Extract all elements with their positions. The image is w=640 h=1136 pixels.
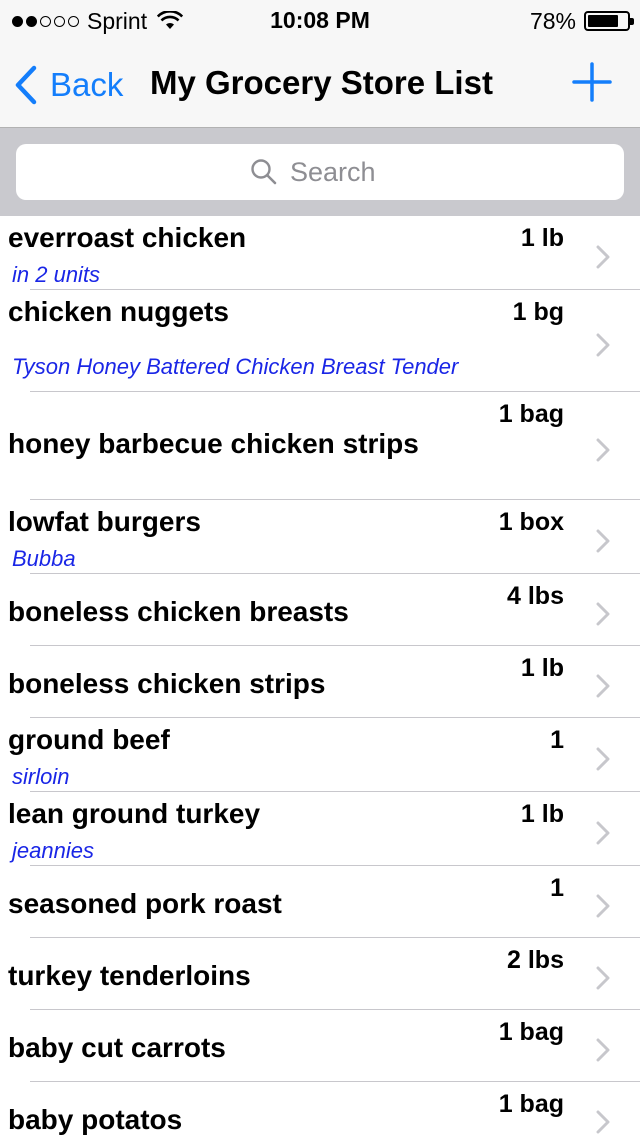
item-quantity: 1 bg — [512, 298, 564, 326]
item-name: honey barbecue chicken strips — [8, 428, 419, 459]
chevron-right-icon — [596, 674, 610, 698]
item-name: seasoned pork roast — [8, 888, 282, 919]
grocery-list: everroast chicken 1 lb in 2 units chicken n… — [0, 216, 640, 1136]
list-item[interactable]: baby potatos 1 bag — [0, 1082, 640, 1136]
battery-percentage: 78% — [529, 7, 576, 34]
item-note: jeannies — [12, 838, 94, 863]
status-bar: Sprint 10:08 PM 78% — [0, 0, 640, 40]
list-item[interactable]: ground beef 1 sirloin — [0, 718, 640, 792]
item-name: ground beef — [8, 724, 170, 755]
list-item[interactable]: seasoned pork roast 1 — [0, 866, 640, 938]
list-item[interactable]: honey barbecue chicken strips 1 bag — [0, 392, 640, 500]
item-name: everroast chicken — [8, 222, 247, 253]
back-label: Back — [50, 66, 124, 103]
item-name: turkey tenderloins — [8, 960, 251, 991]
item-note: Tyson Honey Battered Chicken Breast Tend… — [12, 354, 459, 379]
list-item[interactable]: baby cut carrots 1 bag — [0, 1010, 640, 1082]
page-title: My Grocery Store List — [150, 64, 493, 101]
item-name: boneless chicken strips — [8, 668, 326, 699]
item-quantity: 1 lb — [520, 654, 564, 682]
chevron-right-icon — [596, 1110, 610, 1134]
list-item[interactable]: chicken nuggets 1 bg Tyson Honey Battered … — [0, 290, 640, 392]
battery-icon — [584, 11, 634, 31]
item-quantity: 2 lbs — [507, 946, 564, 974]
item-quantity: 1 bag — [498, 400, 564, 428]
search-bar — [0, 128, 640, 216]
battery-fill — [588, 15, 618, 27]
chevron-right-icon — [596, 602, 610, 626]
search-field[interactable] — [16, 144, 624, 200]
plus-icon[interactable] — [572, 62, 612, 102]
item-quantity: 1 — [550, 874, 564, 902]
list-item[interactable]: lowfat burgers 1 box Bubba — [0, 500, 640, 574]
item-name: boneless chicken breasts — [8, 596, 349, 627]
chevron-right-icon — [596, 333, 610, 357]
list-item[interactable]: boneless chicken breasts 4 lbs — [0, 574, 640, 646]
list-item[interactable]: everroast chicken 1 lb in 2 units — [0, 216, 640, 290]
list-item[interactable]: lean ground turkey 1 lb jeannies — [0, 792, 640, 866]
chevron-right-icon — [596, 438, 610, 462]
item-note: sirloin — [12, 764, 70, 789]
chevron-right-icon — [596, 245, 610, 269]
list-item[interactable]: turkey tenderloins 2 lbs — [0, 938, 640, 1010]
item-name: lowfat burgers — [8, 506, 201, 537]
item-name: chicken nuggets — [8, 296, 229, 327]
item-name: baby potatos — [8, 1104, 183, 1135]
battery-cap — [630, 18, 634, 25]
item-note: Bubba — [12, 546, 76, 571]
search-icon — [251, 159, 277, 185]
item-quantity: 1 bag — [498, 1018, 564, 1046]
item-quantity: 1 box — [498, 508, 564, 536]
chevron-right-icon — [596, 894, 610, 918]
chevron-right-icon — [596, 1038, 610, 1062]
chevron-right-icon — [596, 821, 610, 845]
item-quantity: 1 lb — [520, 224, 564, 252]
search-input[interactable] — [290, 156, 390, 188]
item-quantity: 1 bag — [498, 1090, 564, 1118]
item-quantity: 1 lb — [520, 800, 564, 828]
chevron-right-icon — [596, 966, 610, 990]
status-right: 78% — [529, 7, 634, 34]
item-name: lean ground turkey — [8, 798, 261, 829]
list-item[interactable]: boneless chicken strips 1 lb — [0, 646, 640, 718]
item-name: baby cut carrots — [8, 1032, 226, 1063]
navigation-bar: Back My Grocery Store List — [0, 40, 640, 128]
back-chevron-icon — [15, 65, 37, 105]
item-note: in 2 units — [12, 262, 101, 287]
chevron-right-icon — [596, 747, 610, 771]
chevron-right-icon — [596, 529, 610, 553]
back-button[interactable]: Back — [14, 60, 123, 110]
item-quantity: 4 lbs — [507, 582, 564, 610]
item-quantity: 1 — [550, 726, 564, 754]
